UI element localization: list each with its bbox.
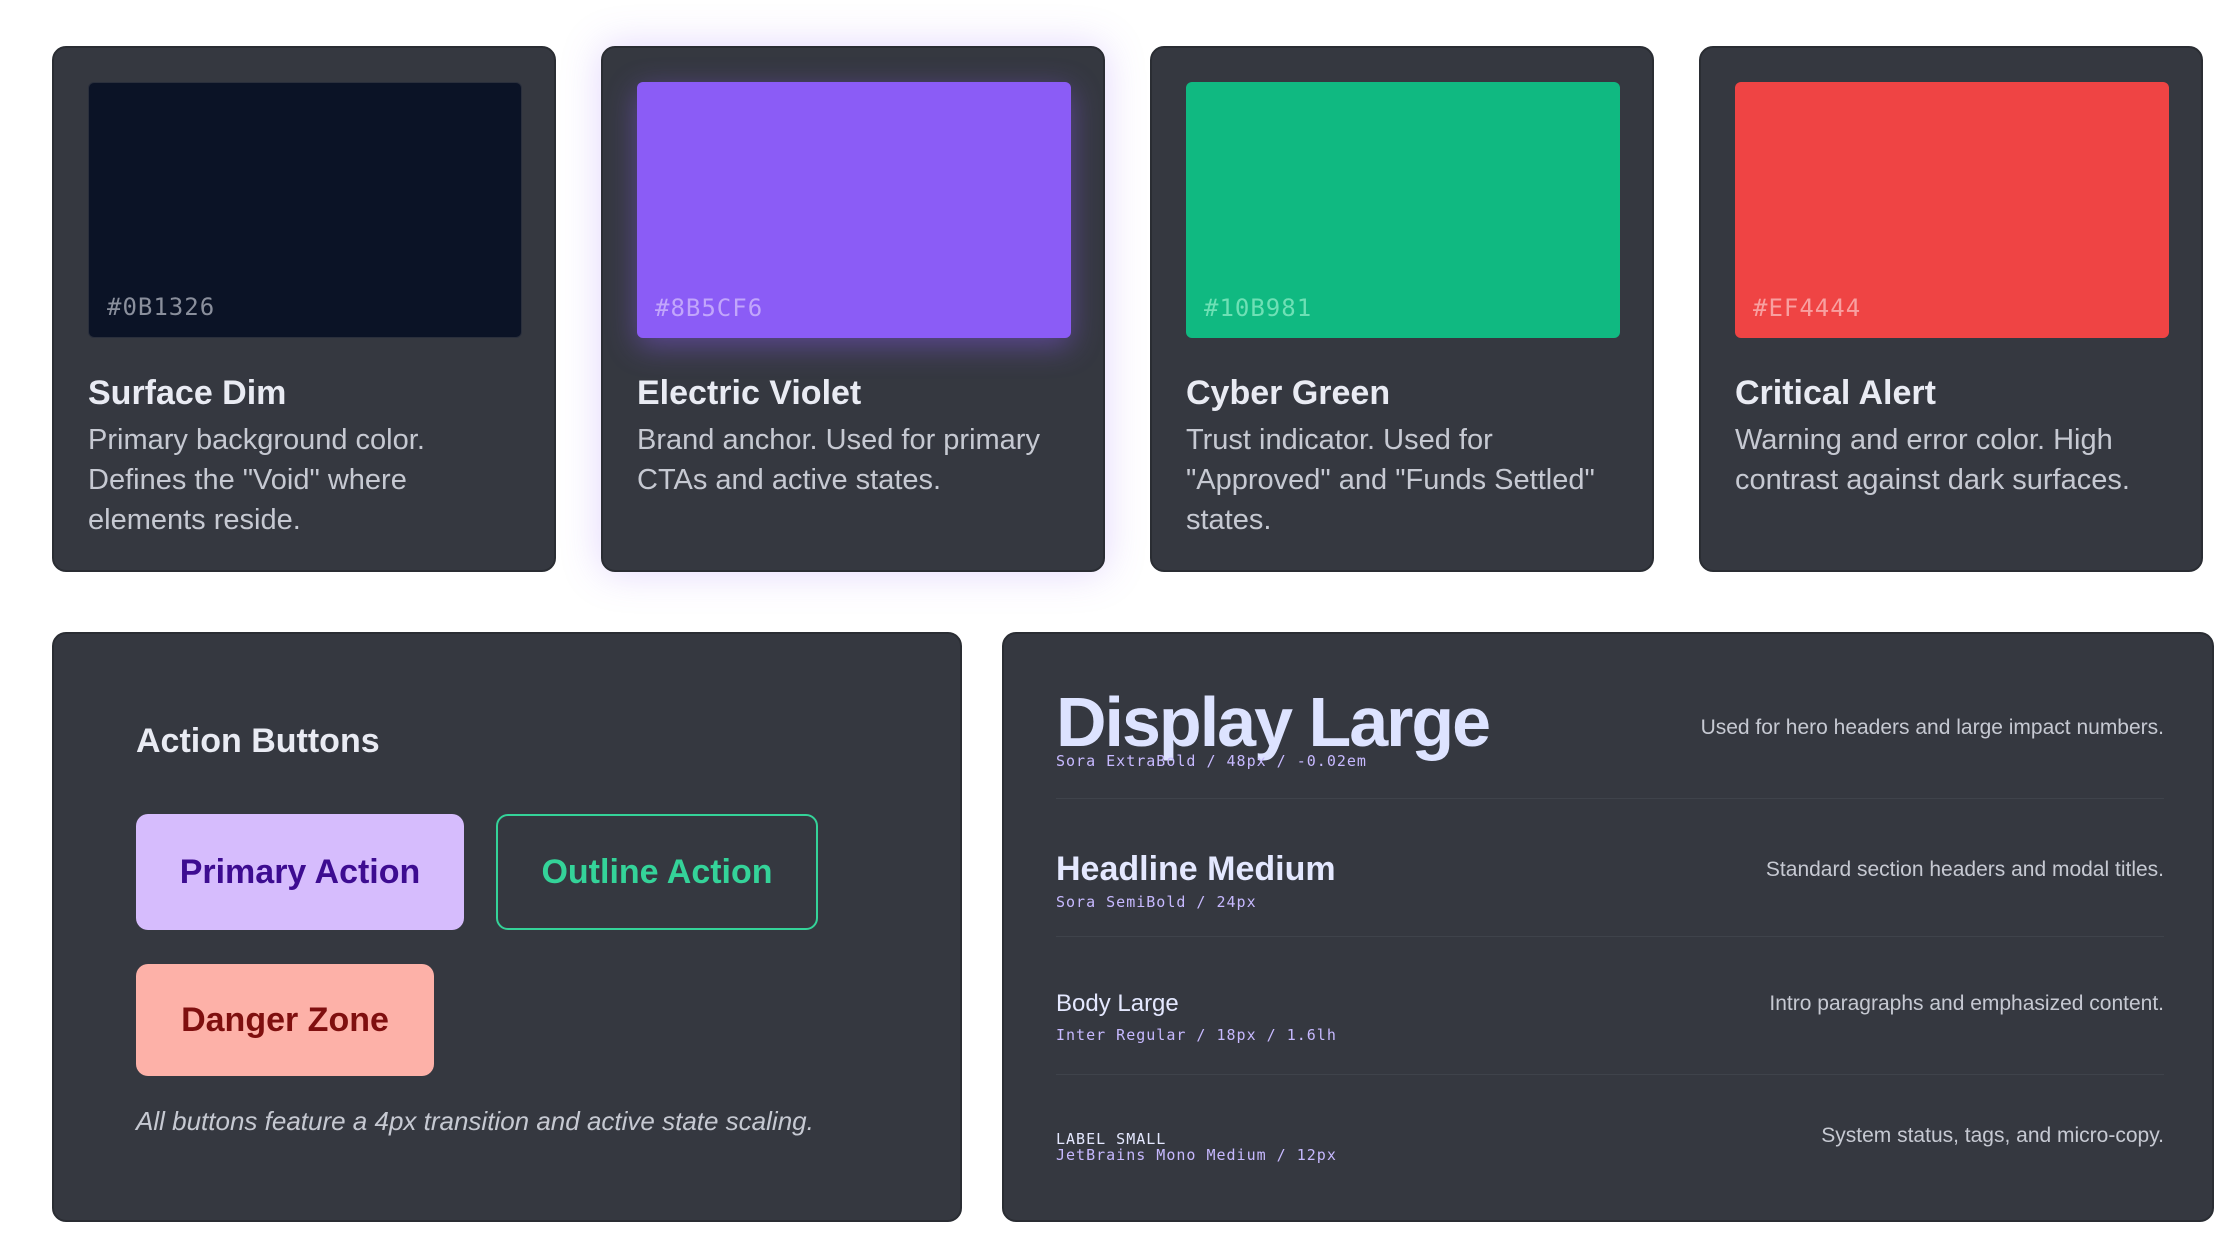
type-description: Intro paragraphs and emphasized content.	[1769, 992, 2164, 1015]
color-hex-label: #EF4444	[1753, 294, 1862, 322]
buttons-note: All buttons feature a 4px transition and…	[136, 1106, 814, 1136]
color-description: Primary background color. Defines the "V…	[88, 424, 425, 536]
type-spec: JetBrains Mono Medium / 12px	[1056, 1146, 1337, 1164]
color-name: Critical Alert	[1735, 374, 1936, 412]
type-sample: Headline Medium	[1056, 850, 1336, 888]
color-card-critical-alert: #EF4444 Critical Alert Warning and error…	[1699, 46, 2203, 572]
type-spec: Inter Regular / 18px / 1.6lh	[1056, 1026, 1337, 1044]
danger-zone-button[interactable]: Danger Zone	[136, 964, 434, 1076]
type-description: System status, tags, and micro-copy.	[1821, 1124, 2164, 1147]
color-description: Brand anchor. Used for primary CTAs and …	[637, 424, 1040, 496]
type-row-display-large: Display Large Sora ExtraBold / 48px / -0…	[1056, 682, 2164, 799]
color-swatch: #0B1326	[88, 82, 522, 338]
color-name: Cyber Green	[1186, 374, 1391, 412]
type-spec: Sora SemiBold / 24px	[1056, 893, 1257, 911]
color-description: Trust indicator. Used for "Approved" and…	[1186, 424, 1595, 536]
color-card-cyber-green: #10B981 Cyber Green Trust indicator. Use…	[1150, 46, 1654, 572]
color-swatch: #EF4444	[1735, 82, 2169, 338]
design-system-canvas: #0B1326 Surface Dim Primary background c…	[0, 0, 2240, 1260]
type-sample: Body Large	[1056, 990, 1179, 1017]
color-card-surface-dim: #0B1326 Surface Dim Primary background c…	[52, 46, 556, 572]
type-description: Standard section headers and modal title…	[1765, 858, 2164, 881]
action-buttons-panel: Action Buttons Primary Action Outline Ac…	[52, 632, 962, 1222]
color-hex-label: #8B5CF6	[655, 294, 764, 322]
type-spec: Sora ExtraBold / 48px / -0.02em	[1056, 752, 1367, 770]
type-description: Used for hero headers and large impact n…	[1700, 716, 2164, 739]
outline-action-button[interactable]: Outline Action	[496, 814, 818, 930]
primary-action-button[interactable]: Primary Action	[136, 814, 464, 930]
color-hex-label: #10B981	[1204, 294, 1313, 322]
type-sample: Display Large	[1056, 683, 1491, 761]
color-swatch: #10B981	[1186, 82, 1620, 338]
color-hex-label: #0B1326	[107, 293, 216, 321]
color-description: Warning and error color. High contrast a…	[1735, 424, 2130, 496]
color-name: Surface Dim	[88, 374, 287, 412]
color-swatch: #8B5CF6	[637, 82, 1071, 338]
color-name: Electric Violet	[637, 374, 862, 412]
panel-title: Action Buttons	[136, 722, 380, 760]
color-card-electric-violet: #8B5CF6 Electric Violet Brand anchor. Us…	[601, 46, 1105, 572]
type-row-headline-medium: Headline Medium Sora SemiBold / 24px Sta…	[1056, 798, 2164, 937]
type-row-body-large: Body Large Inter Regular / 18px / 1.6lh …	[1056, 936, 2164, 1075]
typography-panel: Display Large Sora ExtraBold / 48px / -0…	[1002, 632, 2214, 1222]
type-row-label-small: LABEL SMALL JetBrains Mono Medium / 12px…	[1056, 1074, 2164, 1184]
